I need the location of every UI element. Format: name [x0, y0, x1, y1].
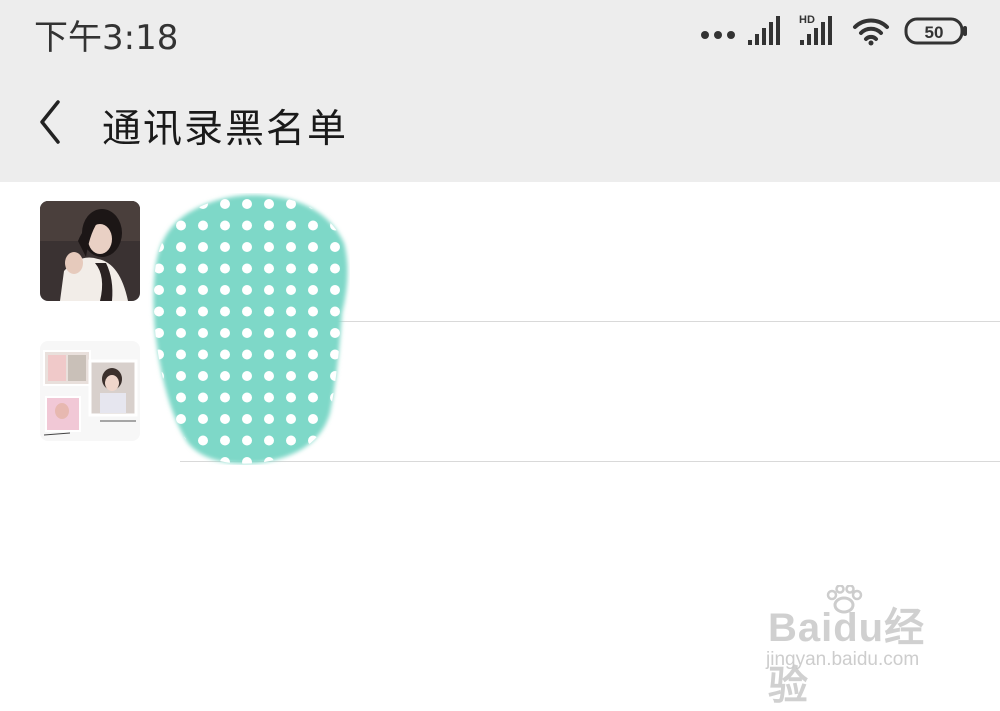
avatar-photo-icon	[40, 201, 140, 301]
battery-icon: 50	[904, 17, 967, 45]
back-button[interactable]	[28, 96, 78, 152]
contact-avatar	[40, 201, 140, 301]
avatar-photo-icon	[40, 341, 140, 441]
chevron-left-icon	[40, 100, 60, 144]
redaction-blob	[153, 195, 348, 464]
more-dots-icon	[701, 31, 735, 39]
app-header: 下午3:18 HD 50 通讯录黑名单	[0, 0, 1000, 182]
signal-hd-icon: HD	[799, 14, 832, 45]
watermark-url: jingyan.baidu.com	[766, 649, 920, 670]
svg-text:50: 50	[925, 23, 944, 42]
signal-icon	[748, 16, 780, 45]
baidu-watermark: Baidu经验 jingyan.baidu.com	[762, 585, 962, 708]
status-icons: HD 50	[700, 12, 970, 52]
svg-text:HD: HD	[799, 14, 815, 26]
status-time: 下午3:18	[34, 18, 179, 58]
page-title: 通讯录黑名单	[102, 107, 349, 152]
contact-avatar	[40, 341, 140, 441]
wifi-icon	[853, 18, 889, 46]
